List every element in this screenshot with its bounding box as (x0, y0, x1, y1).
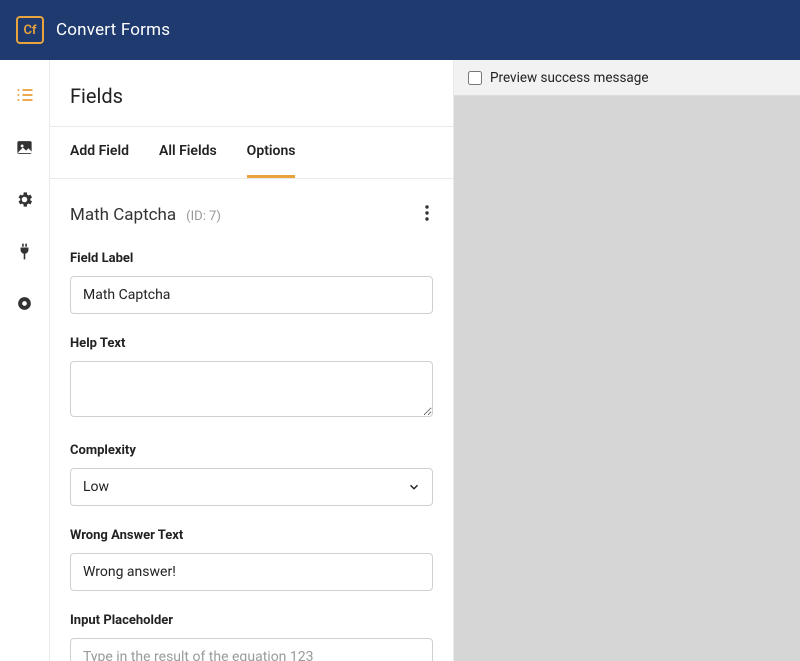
input-placeholder-input[interactable] (70, 638, 433, 661)
preview-success-toggle[interactable]: Preview success message (468, 70, 649, 86)
input-placeholder-label: Input Placeholder (70, 613, 433, 628)
panel-title: Fields (50, 60, 453, 127)
image-icon[interactable] (14, 136, 36, 158)
preview-area: Preview success message (454, 60, 800, 661)
field-label-input[interactable] (70, 276, 433, 314)
help-text-label: Help Text (70, 336, 433, 351)
preview-success-label: Preview success message (490, 70, 649, 86)
top-bar: Cf Convert Forms (0, 0, 800, 60)
tab-options[interactable]: Options (247, 127, 296, 178)
help-text-input[interactable] (70, 361, 433, 417)
complexity-select[interactable] (70, 468, 433, 506)
wrong-answer-input[interactable] (70, 553, 433, 591)
record-icon[interactable] (14, 292, 36, 314)
field-label-label: Field Label (70, 251, 433, 266)
brand-name: Convert Forms (56, 20, 170, 40)
logo-box: Cf (16, 16, 44, 44)
field-id: (ID: 7) (186, 209, 221, 224)
field-name: Math Captcha (70, 205, 176, 225)
icon-sidebar (0, 60, 50, 661)
list-icon[interactable] (14, 84, 36, 106)
kebab-icon[interactable] (421, 201, 433, 229)
preview-bar: Preview success message (454, 60, 800, 96)
fields-panel: Fields Add Field All Fields Options Math… (50, 60, 454, 661)
panel-content: Math Captcha (ID: 7) Field Label Help Te… (50, 179, 453, 661)
wrong-answer-label: Wrong Answer Text (70, 528, 433, 543)
plug-icon[interactable] (14, 240, 36, 262)
tab-all-fields[interactable]: All Fields (159, 127, 217, 178)
tab-add-field[interactable]: Add Field (70, 127, 129, 178)
field-header: Math Captcha (ID: 7) (70, 201, 433, 229)
gear-icon[interactable] (14, 188, 36, 210)
preview-success-checkbox[interactable] (468, 71, 482, 85)
complexity-label: Complexity (70, 443, 433, 458)
logo-text: Cf (23, 23, 36, 38)
tabs: Add Field All Fields Options (50, 127, 453, 179)
